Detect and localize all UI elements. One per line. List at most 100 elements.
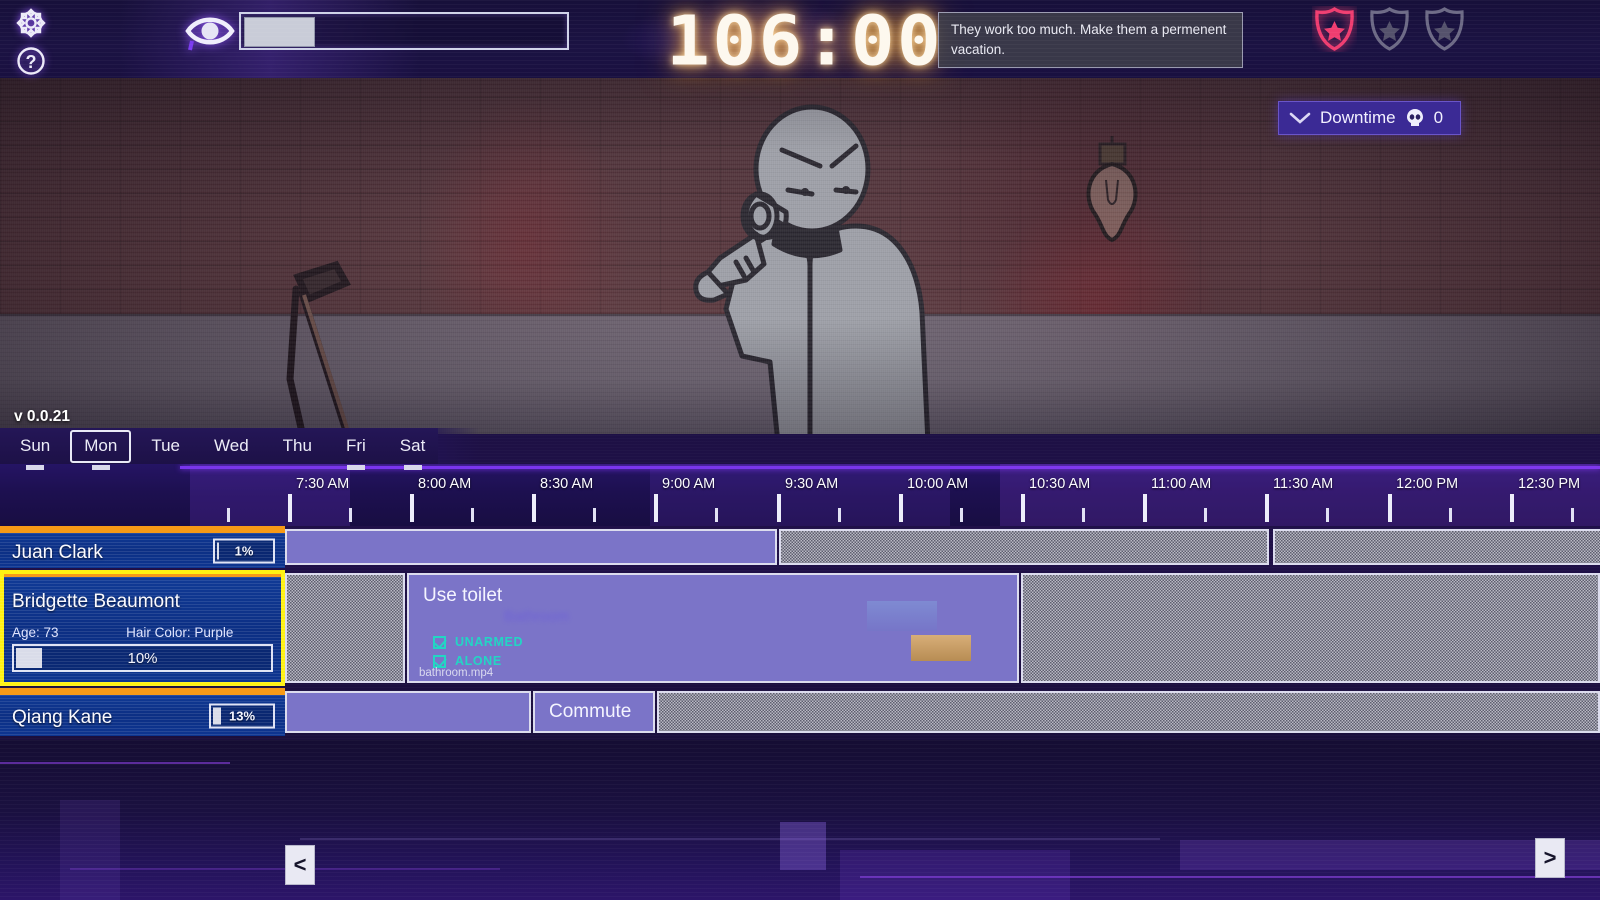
badge-2[interactable] [1367,6,1412,52]
next-page-button[interactable]: > [1535,838,1565,878]
activity-thumbnail [911,635,971,661]
day-label: Thu [283,436,312,455]
downtime-count: 0 [1434,108,1446,128]
timeline-tick-label: 7:30 AM [296,476,349,492]
character-progress: 10% [12,644,273,672]
character-age: Age: 73 [12,625,59,640]
activity-title: Use toilet [423,585,502,607]
badge-1[interactable] [1312,6,1357,52]
condition-label: ALONE [455,654,502,668]
condition-label: UNARMED [455,635,523,649]
condition-unarmed: UNARMED [433,635,523,649]
day-tab-sun[interactable]: Sun [6,430,64,463]
suspicion-meter-fill [244,17,315,47]
noise-block[interactable] [1273,529,1600,565]
timeline-track[interactable]: Commute [285,688,1600,736]
gear-icon[interactable] [14,6,48,40]
timeline-tick-label: 9:30 AM [785,476,838,492]
suspicion-meter[interactable] [239,12,569,50]
timeline-tick-label: 12:30 PM [1518,476,1580,492]
notice-text: They work too much. Make them a permenen… [951,22,1226,57]
skull-icon [1405,108,1425,128]
timeline-tick-major [1143,494,1147,522]
chevron-down-icon[interactable] [1289,111,1311,125]
eye-icon[interactable] [184,8,236,54]
badge-tray [1312,6,1477,61]
day-tab-fri[interactable]: Fri [332,430,380,463]
checkbox-checked-icon [433,655,446,668]
character-name: Qiang Kane [12,707,112,729]
character-hair-color: Hair Color: Purple [126,625,233,640]
timeline-tick-minor [960,508,963,522]
activity-block-use-toilet[interactable]: Use toilet Bathroom UNARMED ALONE [407,573,1019,683]
day-tab-thu[interactable]: Thu [269,430,326,463]
glitch-block [840,850,1070,900]
character-card-juan-clark[interactable]: Juan Clark 1% [0,526,285,568]
timeline-tick-minor [1326,508,1329,522]
timeline-tick-major [777,494,781,522]
activity-block[interactable] [285,529,777,565]
top-bar: ? 106:00 They work too much. Make them a… [0,0,1600,78]
noise-block[interactable] [1021,573,1600,683]
timeline-row: Juan Clark 1% [0,526,1600,568]
character-progress: 13% [209,703,275,728]
timeline-tick-minor [715,508,718,522]
timeline-tick-minor [349,508,352,522]
character-card-qiang-kane[interactable]: Qiang Kane 13% [0,688,285,736]
day-marker [404,465,422,470]
game-screen: v 0.0.21 ? [0,0,1600,900]
notice-tooltip: They work too much. Make them a permenen… [938,12,1243,68]
svg-text:?: ? [26,52,37,72]
pointing-person-icon [660,94,960,434]
activity-block[interactable] [285,691,531,733]
timeline-highlight [190,464,350,526]
character-card-bridgette-beaumont[interactable]: Bridgette Beaumont Age: 73 Hair Color: P… [0,570,285,686]
question-mark-icon[interactable]: ? [14,44,48,78]
character-name: Juan Clark [12,542,103,564]
glitch-streak [0,762,230,764]
day-label: Wed [214,436,249,455]
timeline-highlight [650,464,950,526]
progress-fill [213,707,221,724]
progress-fill [16,648,42,668]
day-tab-bar: Sun Mon Tue Wed Thu Fri Sat [0,428,438,464]
condition-alone: ALONE [433,654,523,668]
version-label: v 0.0.21 [14,408,70,426]
timeline-tick-major [899,494,903,522]
glitch-block [60,800,120,900]
timeline-tick-label: 10:00 AM [907,476,968,492]
timeline-tick-minor [227,508,230,522]
timeline-tick-label: 10:30 AM [1029,476,1090,492]
timeline-tick-label: 12:00 PM [1396,476,1458,492]
timeline-tick-label: 8:00 AM [418,476,471,492]
day-tab-tue[interactable]: Tue [137,430,194,463]
badge-3[interactable] [1422,6,1467,52]
day-label: Tue [151,436,180,455]
bottom-panel [0,740,1600,900]
timeline-track[interactable] [285,526,1600,568]
activity-filename: bathroom.mp4 [419,667,493,679]
timeline-track[interactable]: Use toilet Bathroom UNARMED ALONE [285,570,1600,686]
timeline-row: Use toilet Bathroom UNARMED ALONE [0,570,1600,686]
noise-block[interactable] [657,691,1600,733]
downtime-panel[interactable]: Downtime 0 [1278,101,1461,135]
day-label: Mon [84,436,117,455]
timeline-tick-minor [1082,508,1085,522]
noise-block[interactable] [285,573,405,683]
prev-page-button[interactable]: < [285,845,315,885]
noise-block[interactable] [779,529,1269,565]
day-tab-sat[interactable]: Sat [386,430,440,463]
activity-subtitle: Bathroom [504,608,569,625]
timeline-tick-major [1510,494,1514,522]
day-tab-mon[interactable]: Mon [70,430,131,463]
timeline-ruler[interactable]: 7:30 AM8:00 AM8:30 AM9:00 AM9:30 AM10:00… [0,464,1600,526]
glitch-block [780,822,826,870]
activity-block-commute[interactable]: Commute [533,691,655,733]
timeline-tick-label: 8:30 AM [540,476,593,492]
day-tab-wed[interactable]: Wed [200,430,263,463]
day-marker [92,465,110,470]
day-label: Sun [20,436,50,455]
day-marker [26,465,44,470]
timeline-tick-minor [1204,508,1207,522]
timeline-tick-major [1265,494,1269,522]
